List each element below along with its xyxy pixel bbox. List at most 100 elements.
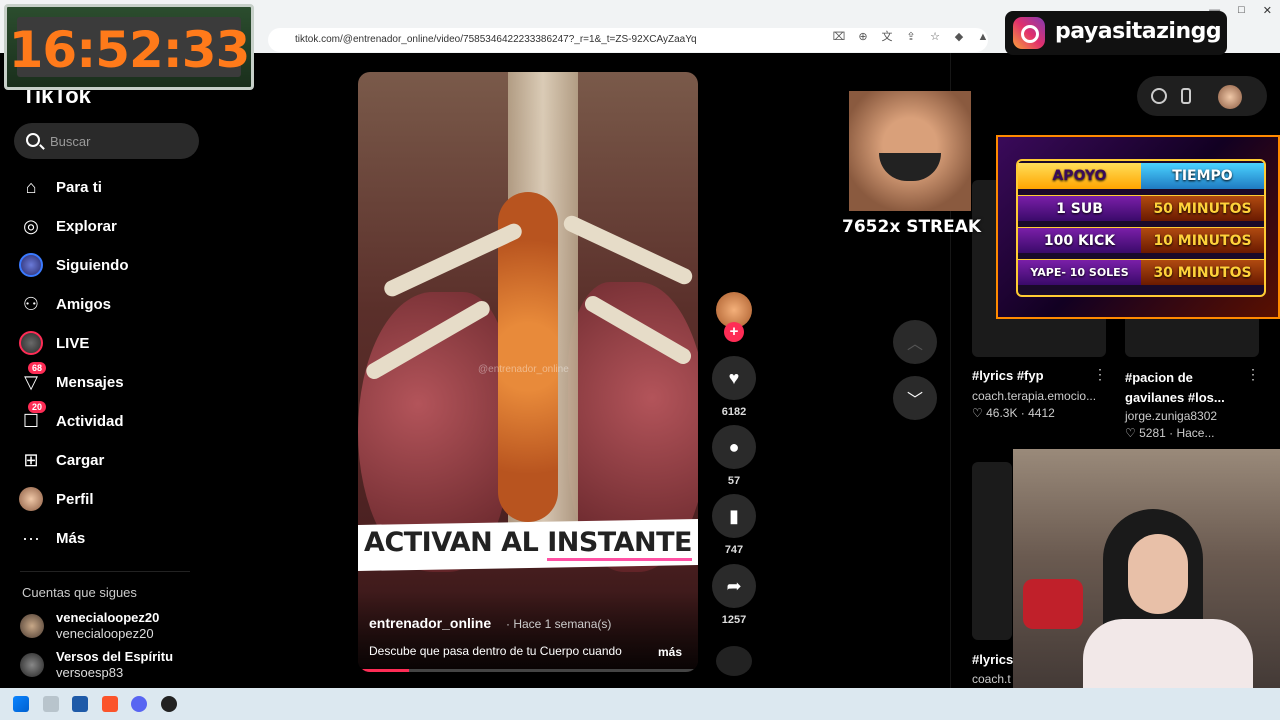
nav-para-ti[interactable]: ⌂ Para ti [14, 169, 214, 205]
nav-perfil[interactable]: Perfil [14, 481, 214, 517]
bookmark-icon[interactable]: ☆ [928, 30, 942, 44]
task-view-icon[interactable] [72, 696, 88, 712]
home-icon: ⌂ [25, 176, 37, 197]
nav-label: Más [56, 529, 86, 547]
support-type: YAPE- 10 SOLES [1018, 259, 1141, 285]
next-video-button[interactable]: ﹀ [893, 376, 937, 420]
live-avatar-icon [14, 331, 48, 355]
obs-icon[interactable] [161, 696, 177, 712]
messages-icon: ▽ 68 [14, 362, 48, 394]
support-time: 30 MINUTOS [1141, 259, 1264, 285]
video-thumbnail[interactable] [972, 462, 1012, 640]
following-handle: venecialoopez20 [56, 626, 154, 641]
support-table-overlay: APOYO TIEMPO 1 SUB 50 MINUTOS 100 KICK 1… [996, 135, 1280, 319]
cast-icon[interactable]: ⌧ [832, 30, 846, 44]
nav-live[interactable]: LIVE [14, 325, 214, 361]
following-name: Versos del Espíritu [56, 649, 174, 664]
video-author[interactable]: entrenador_online [369, 615, 491, 631]
support-time: 10 MINUTOS [1141, 227, 1264, 253]
profile-avatar-icon [14, 487, 48, 511]
card-author[interactable]: jorge.zuniga8302 [1125, 409, 1217, 423]
search-taskbar-icon[interactable] [43, 696, 59, 712]
chevron-down-icon: ﹀ [906, 392, 923, 409]
activity-icon: ☐ 20 [14, 401, 48, 433]
card-title[interactable]: #lyrics #fyp [972, 368, 1044, 383]
avatar [20, 614, 44, 638]
webcam-overlay [1013, 449, 1280, 720]
nav-label: Perfil [56, 490, 94, 508]
more-options-icon[interactable]: ⋮ [1093, 366, 1107, 383]
following-name: venecialoopez20 [56, 610, 160, 625]
video-progress-fill [358, 669, 409, 672]
video-progress[interactable] [358, 669, 698, 672]
nav-label: Mensajes [56, 373, 124, 391]
discord-icon[interactable] [131, 696, 147, 712]
video-caption: ACTIVAN AL INSTANTE [358, 527, 698, 561]
comment-button[interactable]: ● [712, 425, 756, 469]
nav-label: Para ti [56, 178, 102, 196]
video-player[interactable]: @entrenador_online ACTIVAN AL INSTANTE e… [358, 72, 698, 672]
close-icon[interactable]: ✕ [1263, 4, 1272, 17]
following-avatar-icon [14, 253, 48, 277]
share-icon[interactable]: ⇪ [904, 30, 918, 44]
nav-label: Amigos [56, 295, 112, 313]
video-date: · Hace 1 semana(s) [506, 617, 612, 631]
search-icon[interactable] [26, 133, 40, 147]
share-button[interactable]: ➦ [712, 564, 756, 608]
search-input[interactable] [50, 123, 190, 159]
brave-rewards-icon[interactable]: ▲ [976, 30, 990, 44]
more-icon: ··· [22, 527, 40, 548]
save-button[interactable]: ▮ [712, 494, 756, 538]
card-time: · Hace... [1169, 426, 1215, 440]
card-author[interactable]: coach.t [972, 672, 1011, 686]
more-link[interactable]: más [658, 645, 682, 659]
upload-icon: ⊞ [23, 449, 39, 470]
heart-outline-icon: ♡ [1125, 426, 1140, 440]
address-bar-url[interactable]: tiktok.com/@entrenador_online/video/7585… [295, 34, 697, 45]
compass-icon[interactable] [1151, 88, 1167, 104]
heart-icon: ♥ [728, 367, 740, 388]
phone-icon[interactable] [1181, 88, 1191, 104]
microphone [1023, 579, 1083, 629]
like-count: 6182 [721, 406, 747, 418]
music-disc-icon[interactable] [716, 646, 752, 676]
more-options-icon[interactable]: ⋮ [1246, 366, 1260, 383]
maximize-icon[interactable]: □ [1238, 4, 1245, 17]
streamer-face [1128, 534, 1188, 614]
brave-browser-icon[interactable] [102, 696, 118, 712]
following-account[interactable]: venecialoopez20 venecialoopez20 [20, 610, 210, 644]
previous-video-button[interactable]: ︿ [893, 320, 937, 364]
card-title[interactable]: #lyrics [972, 652, 1013, 667]
nav-siguiendo[interactable]: Siguiendo [14, 247, 214, 283]
header-apoyo: APOYO [1018, 163, 1141, 189]
header-tiempo: TIEMPO [1141, 163, 1264, 189]
zoom-icon[interactable]: ⊕ [856, 30, 870, 44]
nav-label: LIVE [56, 334, 90, 352]
support-table-row: 100 KICK 10 MINUTOS [1018, 227, 1264, 255]
nav-actividad[interactable]: ☐ 20 Actividad [14, 401, 214, 439]
nav-label: Actividad [56, 412, 124, 430]
brave-shield-icon[interactable]: ◆ [952, 30, 966, 44]
windows-start-icon[interactable] [13, 696, 29, 712]
card-title[interactable]: #pacion de gavilanes #los... [1125, 368, 1245, 408]
nav-explorar[interactable]: ◎ Explorar [14, 208, 214, 244]
follow-plus-button[interactable]: + [724, 322, 744, 342]
chevron-up-icon: ︿ [906, 336, 923, 353]
nav-mensajes[interactable]: ▽ 68 Mensajes [14, 362, 214, 400]
sidebar: TikTok ⌂ Para ti ◎ Explorar Siguiendo ⚇ … [0, 53, 230, 688]
following-account[interactable]: Versos del Espíritu versoesp83 [20, 649, 210, 683]
avatar[interactable] [1218, 85, 1242, 109]
translate-icon[interactable]: 文 [880, 30, 894, 44]
search-box[interactable] [14, 123, 199, 159]
nav-mas[interactable]: ··· Más [14, 520, 214, 556]
card-time: · 4412 [1020, 406, 1055, 420]
nav-cargar[interactable]: ⊞ Cargar [14, 442, 214, 478]
nav-amigos[interactable]: ⚇ Amigos [14, 286, 214, 322]
share-count: 1257 [721, 614, 747, 626]
clock-time: 16:52:33 [8, 21, 251, 79]
video-description: Descube que pasa dentro de tu Cuerpo cua… [369, 644, 622, 658]
compass-icon: ◎ [23, 215, 39, 236]
like-button[interactable]: ♥ [712, 356, 756, 400]
support-table: APOYO TIEMPO 1 SUB 50 MINUTOS 100 KICK 1… [1016, 159, 1266, 297]
card-author[interactable]: coach.terapia.emocio... [972, 389, 1096, 403]
